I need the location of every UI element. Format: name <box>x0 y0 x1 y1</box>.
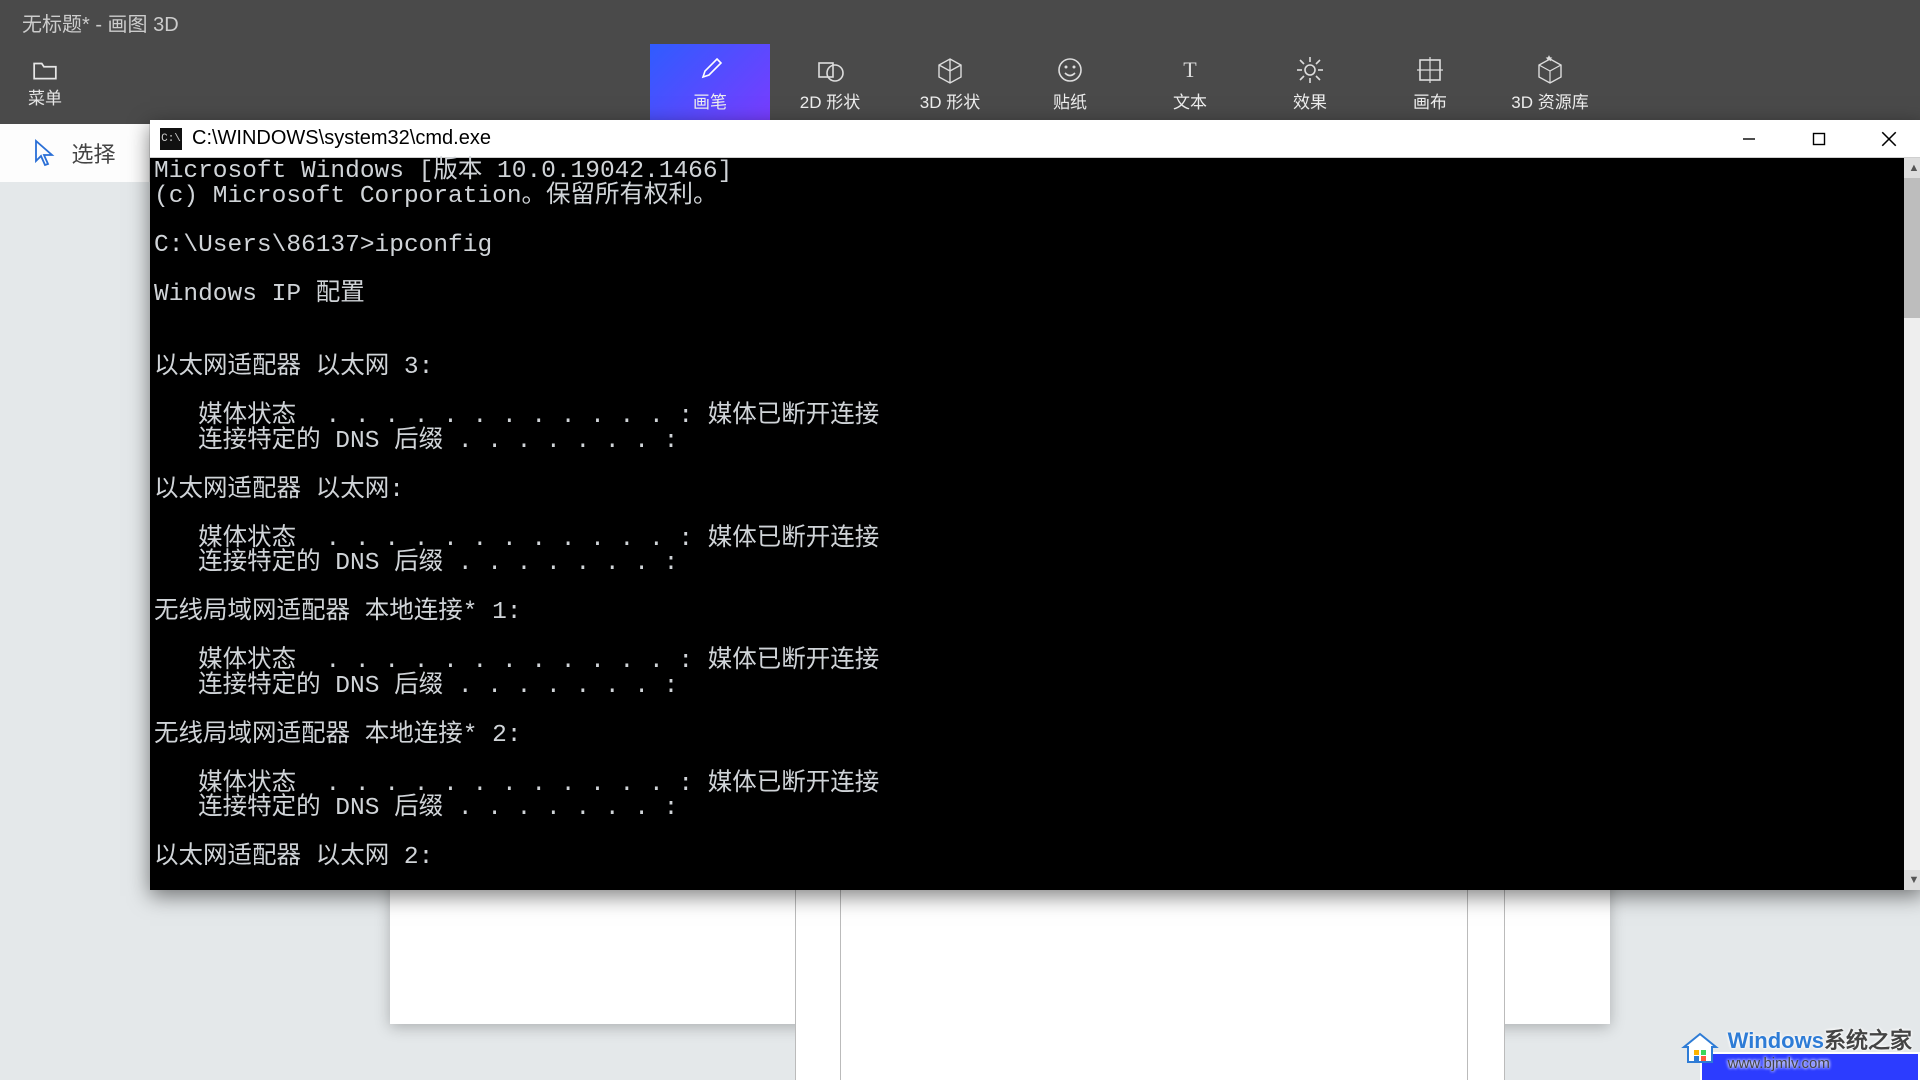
brush-icon <box>695 55 725 85</box>
cmd-output: Microsoft Windows [版本 10.0.19042.1466] (… <box>154 160 1900 871</box>
ribbon-tool-label: 2D 形状 <box>800 88 860 113</box>
ribbon-tool-brush[interactable]: 画笔 <box>650 44 770 124</box>
paint3d-title: 无标题* - 画图 3D <box>22 8 179 37</box>
menu-label: 菜单 <box>28 84 62 109</box>
scroll-down-icon[interactable]: ▼ <box>1904 870 1920 890</box>
cursor-icon <box>33 139 55 167</box>
ribbon-tool-label: 3D 形状 <box>920 88 980 113</box>
folder-icon <box>32 59 58 81</box>
text-icon: T <box>1175 55 1205 85</box>
cmd-body[interactable]: Microsoft Windows [版本 10.0.19042.1466] (… <box>150 158 1904 890</box>
ribbon-tool-3d[interactable]: 3D 形状 <box>890 44 1010 124</box>
canvas-icon <box>1415 55 1445 85</box>
shape2d-icon <box>815 55 845 85</box>
select-tool[interactable]: 选择 <box>0 124 150 182</box>
minimize-icon <box>1741 131 1757 147</box>
sticker-icon <box>1055 55 1085 85</box>
scroll-thumb[interactable] <box>1904 178 1920 318</box>
maximize-button[interactable] <box>1784 120 1854 157</box>
minimize-button[interactable] <box>1714 120 1784 157</box>
cmd-icon: C:\ <box>160 128 182 150</box>
cmd-title: C:\WINDOWS\system32\cmd.exe <box>192 127 1714 150</box>
cmd-scrollbar[interactable]: ▲ ▼ <box>1904 158 1920 890</box>
paint3d-titlebar: 无标题* - 画图 3D <box>0 0 1920 44</box>
ribbon-tool-effects[interactable]: 效果 <box>1250 44 1370 124</box>
ribbon-tool-label: 画布 <box>1413 88 1447 113</box>
ribbon-tool-label: 效果 <box>1293 88 1327 113</box>
ribbon-tool-text[interactable]: T 文本 <box>1130 44 1250 124</box>
ribbon-tool-label: 3D 资源库 <box>1511 88 1588 113</box>
ribbon-tool-label: 文本 <box>1173 88 1207 113</box>
cmd-window[interactable]: C:\ C:\WINDOWS\system32\cmd.exe Microsof… <box>150 120 1920 890</box>
watermark: Windows系统之家 www.bjmlv.com <box>1680 1023 1912 1072</box>
house-icon <box>1680 1028 1720 1068</box>
close-button[interactable] <box>1854 120 1920 157</box>
watermark-url: www.bjmlv.com <box>1728 1055 1912 1072</box>
ribbon-tool-sticker[interactable]: 贴纸 <box>1010 44 1130 124</box>
watermark-suffix: 系统之家 <box>1824 1028 1912 1053</box>
select-label: 选择 <box>71 137 115 169</box>
ribbon-tool-2d[interactable]: 2D 形状 <box>770 44 890 124</box>
ribbon-tool-label: 贴纸 <box>1053 88 1087 113</box>
ribbon-tool-canvas[interactable]: 画布 <box>1370 44 1490 124</box>
menu-button[interactable]: 菜单 <box>0 44 90 124</box>
svg-text:T: T <box>1183 57 1197 82</box>
close-icon <box>1880 130 1898 148</box>
dialog-inner <box>840 886 1468 1080</box>
paint3d-ribbon: 菜单 画笔 2D 形状 3D 形状 贴纸 T 文本 效果 画布 3D 资源库 <box>0 44 1920 124</box>
ribbon-tool-library[interactable]: 3D 资源库 <box>1490 44 1610 124</box>
watermark-brand: Windows <box>1728 1028 1824 1053</box>
maximize-icon <box>1811 131 1827 147</box>
library-icon <box>1535 55 1565 85</box>
ribbon-tool-label: 画笔 <box>693 88 727 113</box>
effects-icon <box>1295 55 1325 85</box>
scroll-up-icon[interactable]: ▲ <box>1904 158 1920 178</box>
shape3d-icon <box>935 55 965 85</box>
cmd-titlebar[interactable]: C:\ C:\WINDOWS\system32\cmd.exe <box>150 120 1920 158</box>
